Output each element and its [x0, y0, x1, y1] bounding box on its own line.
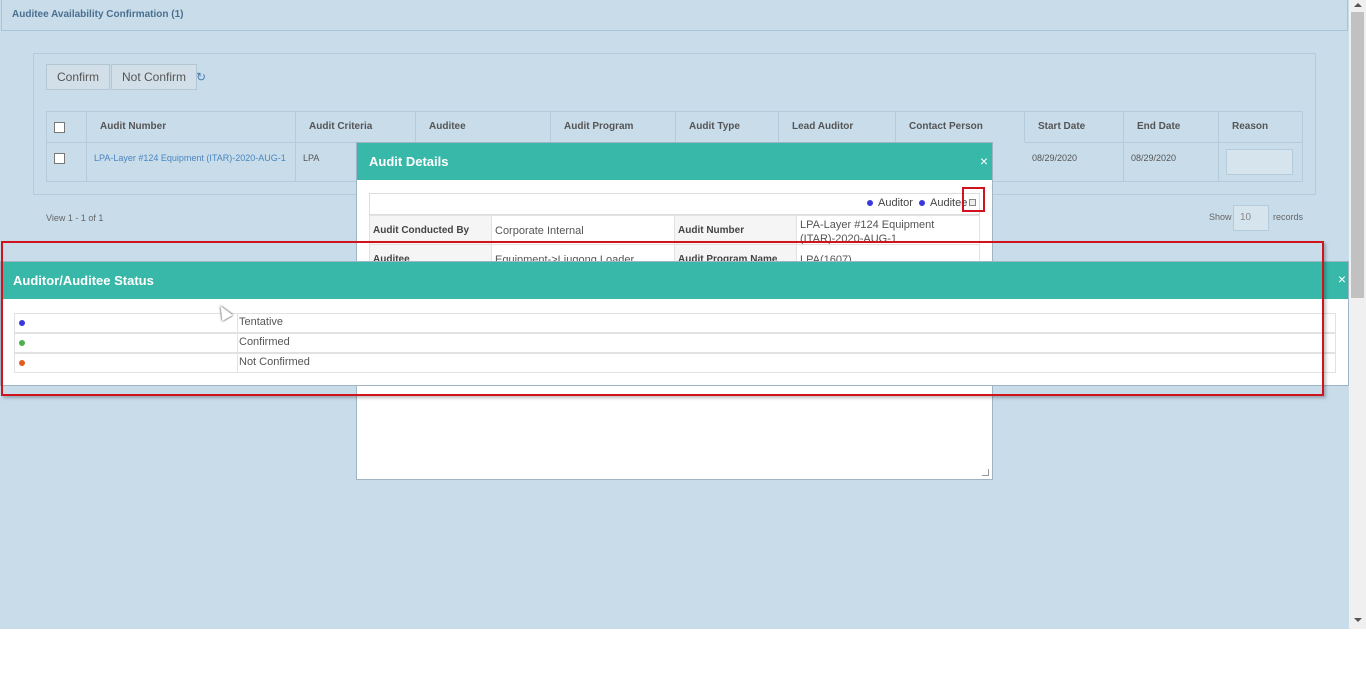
row-checkbox[interactable] — [54, 153, 65, 164]
header-audit-program[interactable]: Audit Program — [551, 112, 676, 142]
legend-auditor: Auditor — [867, 197, 913, 209]
section-title: Auditee Availability Confirmation (1) — [12, 9, 184, 20]
records-label: records — [1273, 212, 1304, 222]
header-end-date[interactable]: End Date — [1124, 112, 1219, 142]
header-auditee[interactable]: Auditee — [416, 112, 551, 142]
header-audit-type[interactable]: Audit Type — [676, 112, 779, 142]
audit-details-title: Audit Details — [369, 154, 449, 169]
highlight-box — [962, 187, 985, 212]
close-icon[interactable]: × — [980, 143, 988, 180]
row-select-cell[interactable] — [47, 142, 87, 182]
select-all-checkbox[interactable] — [54, 122, 65, 133]
page-size-select[interactable]: 10 — [1233, 205, 1269, 231]
scroll-down-icon[interactable] — [1354, 618, 1362, 622]
header-contact-person[interactable]: Contact Person — [896, 112, 1025, 142]
section-header[interactable]: Auditee Availability Confirmation (1) — [1, 0, 1348, 31]
vertical-scrollbar[interactable] — [1349, 0, 1366, 629]
confirm-button[interactable]: Confirm — [46, 64, 111, 90]
audit-details-header[interactable]: Audit Details — [357, 143, 992, 180]
header-start-date[interactable]: Start Date — [1025, 112, 1124, 142]
reason-input[interactable] — [1226, 149, 1293, 175]
legend-row: Auditor Auditee — [369, 193, 980, 215]
header-lead-auditor[interactable]: Lead Auditor — [779, 112, 896, 142]
blue-dot-icon — [919, 200, 925, 207]
header-audit-number[interactable]: Audit Number — [87, 112, 296, 142]
not-confirm-button[interactable]: Not Confirm — [111, 64, 198, 90]
legend-auditee: Auditee — [919, 197, 967, 209]
highlight-box — [1, 241, 1324, 396]
refresh-icon[interactable]: ↻ — [196, 70, 206, 84]
start-date-cell: 08/29/2020 — [1025, 142, 1124, 182]
scroll-up-icon[interactable] — [1354, 3, 1362, 7]
header-audit-criteria[interactable]: Audit Criteria — [296, 112, 416, 142]
show-label: Show — [1209, 212, 1232, 222]
audit-number-link[interactable]: LPA-Layer #124 Equipment (ITAR)-2020-AUG… — [87, 142, 296, 182]
close-icon[interactable]: × — [1338, 262, 1346, 297]
header-select-all[interactable] — [47, 112, 87, 142]
blue-dot-icon — [867, 200, 873, 207]
resize-handle[interactable] — [982, 469, 989, 476]
end-date-cell: 08/29/2020 — [1124, 142, 1219, 182]
scrollbar-thumb[interactable] — [1351, 12, 1364, 298]
view-count: View 1 - 1 of 1 — [46, 213, 104, 223]
header-reason[interactable]: Reason — [1219, 112, 1302, 142]
